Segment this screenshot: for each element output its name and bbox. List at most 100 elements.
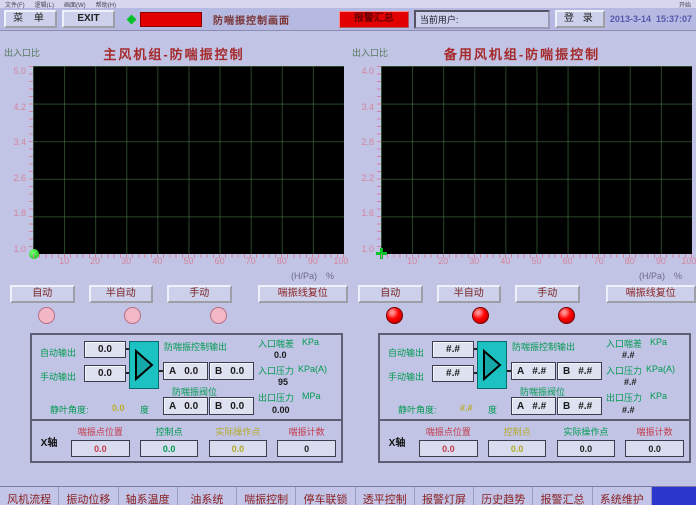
antisurge-output-label: 防喘振控制输出 [512,340,575,353]
antisurge-output-b[interactable]: B#.# [557,362,602,380]
manual-output-label: 手动输出 [388,370,424,383]
valve-position-b[interactable]: B#.# [557,397,602,415]
manual-mode-lamp [210,307,227,324]
surge-count-value[interactable]: 0 [277,440,335,457]
vane-angle-value: #.# [460,403,473,413]
vane-angle-unit: 度 [488,403,497,416]
nav-vibration-displacement[interactable]: 振动位移 [59,487,118,505]
nav-turbine-control[interactable]: 透平控制 [356,487,415,505]
surge-point-value[interactable]: 0.0 [419,440,477,457]
operating-point-col: 实际操作点 0.0 [204,421,273,461]
scada-screen: 文件(F) 逻辑(L) 画面(W) 帮助(H) 开始 菜 单 EXIT 防喘振控… [0,0,696,505]
x-axis-ticks: 10 20 30 40 50 60 70 80 90 100 [33,256,344,269]
inlet-pressure-value: 95 [278,377,288,387]
valve-position-a[interactable]: A0.0 [163,397,208,415]
inlet-pressure-label: 入口压力 [258,364,294,377]
x-axis-unit: (H/Pa) % [348,269,696,280]
manual-output-value[interactable]: #.# [432,365,474,382]
nav-history-trend[interactable]: 历史趋势 [474,487,533,505]
surge-trend-plot-backup[interactable] [381,66,692,254]
surge-line-reset-button[interactable]: 喘振线复位 [258,285,348,303]
signal-selector-icon [129,341,159,389]
menu-screen[interactable]: 画面(W) [64,0,86,9]
menubar-right-text: 开始 [679,0,691,9]
current-user-label: 当前用户: [420,13,459,26]
operating-point-value[interactable]: 0.0 [557,440,615,457]
y-axis-caption: 出入口比 [4,46,40,59]
menu-logic[interactable]: 逻辑(L) [35,0,54,9]
auto-output-value[interactable]: 0.0 [84,341,126,358]
surge-count-col: 喘振计数 0 [272,421,341,461]
operating-point-value[interactable]: 0.0 [209,440,267,457]
inlet-pressure-unit: KPa(A) [646,364,675,374]
surge-count-col: 喘振计数 0.0 [620,421,689,461]
nav-oil-system[interactable]: 油系统 [178,487,237,505]
status-diamond-icon [127,14,137,24]
control-point-col: 控制点 0.0 [483,421,552,461]
valve-position-b[interactable]: B0.0 [209,397,254,415]
surge-point-value[interactable]: 0.0 [71,440,129,457]
inlet-diff-value: 0.0 [274,350,287,360]
login-button[interactable]: 登 录 [555,10,605,28]
inlet-diff-value: #.# [622,350,635,360]
nav-alarm-summary[interactable]: 报警汇总 [533,487,592,505]
manual-output-label: 手动输出 [40,370,76,383]
nav-fan-process[interactable]: 风机流程 [0,487,59,505]
parameter-panel-main: 自动输出 0.0 手动输出 0.0 防喘振控制输出 A0.0 B0.0 [30,333,343,463]
manual-output-value[interactable]: 0.0 [84,365,126,382]
exit-button[interactable]: EXIT [62,10,115,28]
control-point-value[interactable]: 0.0 [140,440,198,457]
menu-button[interactable]: 菜 单 [4,10,57,28]
alarm-summary-button[interactable]: 报警汇总 [339,11,409,28]
outlet-pressure-value: #.# [622,405,635,415]
control-point-value[interactable]: 0.0 [488,440,546,457]
vane-angle-value: 0.0 [112,403,125,413]
inlet-diff-label: 入口喘差 [258,337,294,350]
bottom-nav: 风机流程 振动位移 轴系温度 油系统 喘振控制 停车联锁 透平控制 报警灯屏 历… [0,486,696,505]
antisurge-output-a[interactable]: A0.0 [163,362,208,380]
inlet-diff-unit: KPa [650,337,667,347]
manual-mode-button[interactable]: 手动 [515,285,580,303]
chart-title-main: 主风机组-防喘振控制 [0,44,348,63]
auto-mode-button[interactable]: 自动 [358,285,423,303]
x-axis-row-label: X轴 [380,421,414,461]
x-axis-row-label: X轴 [32,421,66,461]
menu-help[interactable]: 帮助(H) [96,0,116,9]
semi-auto-mode-lamp [472,307,489,324]
toolbar: 菜 单 EXIT 防喘振控制画面 报警汇总 当前用户: 登 录 2013-3-1… [0,8,696,31]
menubar: 文件(F) 逻辑(L) 画面(W) 帮助(H) 开始 [0,0,696,8]
screen-title: 防喘振控制画面 [213,12,290,27]
nav-shaft-temperature[interactable]: 轴系温度 [119,487,178,505]
vane-angle-label: 静叶角度: [398,403,437,416]
current-user-field[interactable]: 当前用户: [414,10,550,29]
valve-position-a[interactable]: A#.# [511,397,556,415]
auto-output-value[interactable]: #.# [432,341,474,358]
main-content: 出入口比 主风机组-防喘振控制 5.0 4.2 3.4 2.6 1.8 1.0 [0,31,696,488]
surge-count-value[interactable]: 0.0 [625,440,683,457]
backup-fan-section: 出入口比 备用风机组-防喘振控制 4.0 3.4 2.8 2.2 1.6 1.0 [348,31,696,488]
chart-title-backup: 备用风机组-防喘振控制 [348,44,696,63]
nav-alarm-lights[interactable]: 报警灯屏 [415,487,474,505]
auto-output-label: 自动输出 [40,346,76,359]
parameter-panel-backup: 自动输出 #.# 手动输出 #.# 防喘振控制输出 A#.# B#.# [378,333,691,463]
surge-line-reset-button[interactable]: 喘振线复位 [606,285,696,303]
antisurge-output-a[interactable]: A#.# [511,362,556,380]
surge-trend-plot-main[interactable] [33,66,344,254]
menu-file[interactable]: 文件(F) [5,0,25,9]
signal-selector-icon [477,341,507,389]
semi-auto-mode-button[interactable]: 半自动 [89,285,154,303]
surge-point-col: 喘振点位置 0.0 [66,421,135,461]
nav-blue-box [652,487,696,505]
outlet-pressure-value: 0.00 [272,405,290,415]
auto-mode-button[interactable]: 自动 [10,285,75,303]
semi-auto-mode-button[interactable]: 半自动 [437,285,502,303]
nav-system-maintenance[interactable]: 系统维护 [593,487,652,505]
manual-mode-button[interactable]: 手动 [167,285,232,303]
nav-shutdown-interlock[interactable]: 停车联锁 [296,487,355,505]
manual-mode-lamp [558,307,575,324]
nav-surge-control[interactable]: 喘振控制 [237,487,296,505]
outlet-pressure-unit: KPa [650,391,667,401]
date-label: 2013-3-14 [610,14,651,24]
antisurge-output-b[interactable]: B0.0 [209,362,254,380]
inlet-diff-label: 入口喘差 [606,337,642,350]
